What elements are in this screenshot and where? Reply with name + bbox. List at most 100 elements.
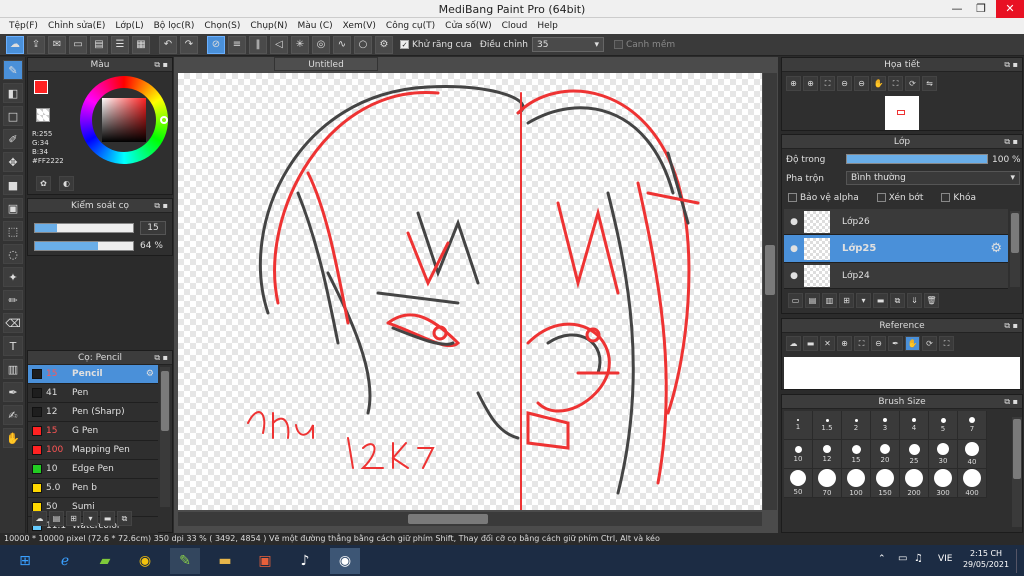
select-tool-icon[interactable]: ⬚ — [3, 221, 23, 241]
eye-icon[interactable]: ● — [784, 271, 804, 281]
menu-cloud[interactable]: Cloud — [497, 21, 533, 31]
reference-cloud-icon[interactable]: ☁ — [786, 336, 801, 351]
layer-opacity-slider[interactable] — [846, 154, 988, 164]
snap-cross-icon[interactable]: ‖ — [249, 35, 267, 54]
zoom-in-icon[interactable]: ⊕ — [786, 76, 801, 91]
color-swap-icon[interactable]: ◐ — [59, 176, 74, 191]
snap-vanish-icon[interactable]: ◁ — [270, 35, 288, 54]
windows-start-icon[interactable]: ⊞ — [10, 548, 40, 574]
brush-opacity-slider[interactable] — [34, 241, 134, 251]
chevron-down-icon[interactable]: ▾ — [856, 293, 871, 308]
protect-alpha-checkbox[interactable] — [788, 193, 797, 202]
palette-icon[interactable]: ✿ — [36, 176, 51, 191]
dotpen-tool-icon[interactable]: ✐ — [3, 129, 23, 149]
brush-size-cell[interactable]: 1.5 — [813, 411, 842, 440]
smooth-checkbox[interactable] — [613, 40, 623, 49]
layer-folder-icon[interactable]: ▬ — [873, 293, 888, 308]
rotate-icon[interactable]: ⟳ — [905, 76, 920, 91]
saturation-square[interactable] — [102, 98, 146, 142]
chrome-icon[interactable]: ◉ — [130, 548, 160, 574]
snap-curve-icon[interactable]: ∿ — [333, 35, 351, 54]
close-button[interactable]: ✕ — [996, 0, 1024, 18]
language-indicator[interactable]: VIE — [938, 554, 953, 564]
brush-copy-icon[interactable]: ⧉ — [117, 511, 132, 526]
hand-icon[interactable]: ✋ — [871, 76, 886, 91]
antialias-checkbox[interactable]: ✓ — [400, 40, 409, 49]
brush-size-slider[interactable] — [34, 223, 134, 233]
layer-item[interactable]: ● Lớp25 ⚙ — [784, 235, 1008, 263]
menu-view[interactable]: Xem(V) — [338, 21, 381, 31]
new-layer-icon[interactable]: ▭ — [788, 293, 803, 308]
brush-size-cell[interactable]: 7 — [958, 411, 987, 440]
secondary-color-swatch[interactable] — [36, 108, 50, 122]
brush-new-icon[interactable]: ▤ — [49, 511, 64, 526]
brush-item[interactable]: 15 Pencil ⚙ — [28, 365, 158, 384]
powerpoint-icon[interactable]: ▣ — [250, 548, 280, 574]
hue-handle[interactable] — [160, 116, 168, 124]
brush-size-cell[interactable]: 300 — [929, 469, 958, 498]
divide-tool-icon[interactable]: ▥ — [3, 359, 23, 379]
show-desktop-button[interactable] — [1016, 549, 1024, 573]
brush-size-cell[interactable]: 200 — [900, 469, 929, 498]
brush-size-input[interactable]: 15 — [140, 221, 166, 235]
zoom-out-icon[interactable]: ⊖ — [871, 336, 886, 351]
layer-list-scrollbar[interactable] — [1010, 211, 1020, 287]
brush-size-cell[interactable]: 30 — [929, 440, 958, 469]
brush-item[interactable]: 15 G Pen — [28, 422, 158, 441]
hue-wheel[interactable] — [80, 76, 168, 164]
reference-open-icon[interactable]: ▬ — [803, 336, 818, 351]
brush-size-cell[interactable]: 1 — [784, 411, 813, 440]
brush-size-cell[interactable]: 15 — [842, 440, 871, 469]
brush-size-cell[interactable]: 4 — [900, 411, 929, 440]
menu-help[interactable]: Help — [532, 21, 563, 31]
magic-wand-tool-icon[interactable]: ✦ — [3, 267, 23, 287]
document-icon[interactable]: ▤ — [90, 35, 108, 54]
grid-icon[interactable]: ▦ — [132, 35, 150, 54]
brush-size-cell[interactable]: 25 — [900, 440, 929, 469]
actual-size-icon[interactable]: ⛶ — [939, 336, 954, 351]
brush-tool-icon[interactable]: ✎ — [3, 60, 23, 80]
lasso-tool-icon[interactable]: ◌ — [3, 244, 23, 264]
brush-add-menu-icon[interactable]: ▾ — [83, 511, 98, 526]
fill-tool-icon[interactable]: ■ — [3, 175, 23, 195]
adjust-select[interactable]: 35 ▾ — [531, 37, 604, 52]
menu-window[interactable]: Cửa số(W) — [440, 21, 496, 31]
flip-icon[interactable]: ⇋ — [922, 76, 937, 91]
brush-size-cell[interactable]: 150 — [871, 469, 900, 498]
menu-filter[interactable]: Bộ lọc(R) — [149, 21, 200, 31]
canvas-vertical-scrollbar[interactable] — [763, 73, 777, 510]
shape-tool-icon[interactable]: □ — [3, 106, 23, 126]
hand-icon[interactable]: ✋ — [905, 336, 920, 351]
undo-icon[interactable]: ↶ — [159, 35, 177, 54]
pen-tool-icon[interactable]: ✍ — [3, 405, 23, 425]
popout-icon[interactable]: ⧉ ▪ — [1004, 319, 1018, 333]
brush-size-cell[interactable]: 3 — [871, 411, 900, 440]
eyedropper-icon[interactable]: ✒ — [888, 336, 903, 351]
brush-list-scrollbar[interactable] — [160, 367, 170, 507]
layer-item[interactable]: ● Lớp26 — [784, 209, 1008, 235]
popout-icon[interactable]: ⧉ ▪ — [154, 58, 168, 72]
eye-icon[interactable]: ● — [784, 217, 804, 227]
popout-icon[interactable]: ⧉ ▪ — [1004, 395, 1018, 409]
fit-icon[interactable]: ⛶ — [820, 76, 835, 91]
popout-icon[interactable]: ⧉ ▪ — [154, 351, 168, 365]
brush-size-cell[interactable]: 5 — [929, 411, 958, 440]
brush-add-icon[interactable]: ⊞ — [66, 511, 81, 526]
brush-size-cell[interactable]: 10 — [784, 440, 813, 469]
select-eraser-tool-icon[interactable]: ⌫ — [3, 313, 23, 333]
brush-size-scrollbar[interactable] — [1012, 417, 1022, 527]
caret-up-icon[interactable]: ⌃ — [878, 554, 886, 564]
move-tool-icon[interactable]: ✥ — [3, 152, 23, 172]
zoom-out-icon[interactable]: ⊖ — [837, 76, 852, 91]
primary-color-swatch[interactable] — [34, 80, 48, 94]
clipping-checkbox[interactable] — [876, 193, 886, 202]
brush-folder-icon[interactable]: ▬ — [100, 511, 115, 526]
network-icon[interactable]: ▭ — [898, 553, 907, 564]
popout-icon[interactable]: ⧉ ▪ — [1004, 135, 1018, 149]
reference-preview[interactable] — [784, 357, 1020, 389]
redo-icon[interactable]: ↷ — [180, 35, 198, 54]
medibang-taskbar-icon[interactable]: ✎ — [170, 547, 200, 574]
menu-tools[interactable]: Công cụ(T) — [381, 21, 440, 31]
popout-icon[interactable]: ⧉ ▪ — [1004, 58, 1018, 72]
brush-size-cell[interactable]: 70 — [813, 469, 842, 498]
